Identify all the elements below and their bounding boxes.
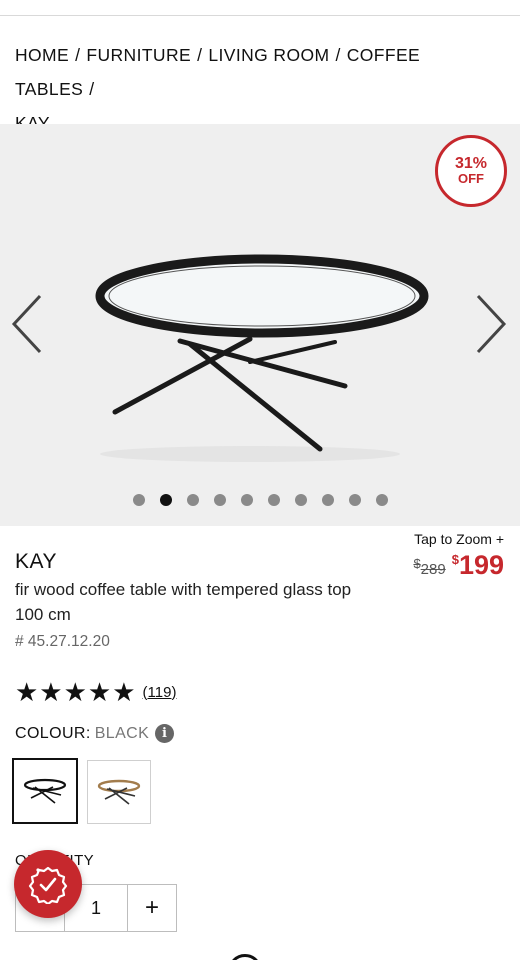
discount-off-label: OFF bbox=[458, 171, 484, 186]
promo-badge-button[interactable] bbox=[14, 850, 82, 918]
gallery-dot[interactable] bbox=[187, 494, 199, 506]
colour-selector-label: COLOUR: BLACK i bbox=[15, 724, 175, 743]
rating[interactable]: ★★★★★ (119) bbox=[15, 677, 176, 707]
table-thumbnail-black-icon bbox=[23, 778, 67, 804]
discount-percent: 31% bbox=[454, 155, 488, 172]
table-thumbnail-natural-icon bbox=[97, 779, 141, 805]
breadcrumb-separator: / bbox=[89, 79, 95, 99]
next-image-arrow-icon[interactable] bbox=[470, 292, 510, 356]
breadcrumb-home[interactable]: Home bbox=[15, 45, 69, 65]
colour-swatch-natural[interactable] bbox=[87, 760, 151, 824]
gallery-dot[interactable] bbox=[322, 494, 334, 506]
gallery-dot[interactable] bbox=[241, 494, 253, 506]
rating-stars-icon: ★★★★★ bbox=[15, 677, 137, 707]
breadcrumb-separator: / bbox=[197, 45, 203, 65]
colour-value: BLACK bbox=[94, 724, 150, 742]
product-title: KAY bbox=[15, 550, 57, 573]
price-block: $289 $199 bbox=[413, 550, 504, 581]
discount-tag-icon bbox=[28, 866, 68, 904]
breadcrumb-living-room[interactable]: Living Room bbox=[208, 45, 329, 65]
colour-label: COLOUR: bbox=[15, 724, 91, 742]
gallery-dot[interactable] bbox=[349, 494, 361, 506]
gallery-dot[interactable] bbox=[268, 494, 280, 506]
product-gallery[interactable]: 31% OFF bbox=[0, 124, 520, 526]
gallery-dot[interactable] bbox=[160, 494, 172, 506]
breadcrumb-separator: / bbox=[335, 45, 341, 65]
info-icon[interactable]: i bbox=[155, 724, 175, 743]
prev-image-arrow-icon[interactable] bbox=[8, 292, 48, 356]
gallery-dot[interactable] bbox=[133, 494, 145, 506]
original-price-currency: $ bbox=[413, 556, 421, 571]
sale-price-currency: $ bbox=[451, 552, 459, 567]
sale-price: $199 bbox=[452, 550, 504, 581]
breadcrumb-separator: / bbox=[75, 45, 81, 65]
gallery-pagination bbox=[133, 494, 388, 506]
quantity-increase-button[interactable]: + bbox=[128, 885, 176, 931]
scroll-indicator-icon bbox=[228, 954, 262, 960]
tap-to-zoom-link[interactable]: Tap to Zoom + bbox=[414, 531, 504, 547]
gallery-dot[interactable] bbox=[214, 494, 226, 506]
breadcrumb-furniture[interactable]: Furniture bbox=[86, 45, 191, 65]
top-divider bbox=[0, 15, 520, 16]
original-price: $289 bbox=[413, 556, 445, 578]
gallery-dot[interactable] bbox=[376, 494, 388, 506]
product-description: fir wood coffee table with tempered glas… bbox=[15, 580, 352, 624]
original-price-value: 289 bbox=[420, 561, 446, 578]
discount-badge: 31% OFF bbox=[435, 135, 507, 207]
colour-swatch-black[interactable] bbox=[12, 758, 78, 824]
gallery-dot[interactable] bbox=[295, 494, 307, 506]
review-count-link[interactable]: (119) bbox=[143, 684, 177, 701]
product-sku: # 45.27.12.20 bbox=[15, 633, 110, 650]
sale-price-value: 199 bbox=[458, 550, 504, 580]
coffee-table-image[interactable] bbox=[60, 244, 440, 464]
